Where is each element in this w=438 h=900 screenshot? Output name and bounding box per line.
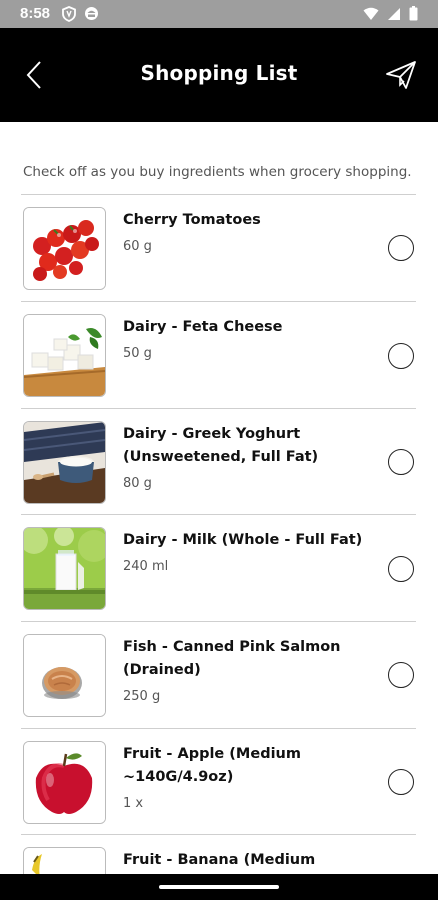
- status-time: 8:58: [20, 5, 51, 22]
- item-name: Dairy - Milk (Whole - Full Fat): [123, 532, 363, 548]
- app-bar: Shopping List: [0, 28, 438, 122]
- status-bar: 8:58: [0, 0, 438, 28]
- list-item[interactable]: Dairy - Greek Yoghurt (Unsweetened, Full…: [21, 409, 416, 515]
- item-checkbox[interactable]: [388, 769, 414, 795]
- item-checkbox[interactable]: [388, 662, 414, 688]
- item-checkbox[interactable]: [388, 556, 414, 582]
- paper-plane-icon: [384, 61, 418, 96]
- list-item[interactable]: Dairy - Milk (Whole - Full Fat) 240 ml: [21, 515, 416, 621]
- item-image-cherry-tomatoes: [23, 207, 106, 290]
- instructions-text: Check off as you buy ingredients when gr…: [23, 164, 412, 180]
- list-item[interactable]: Fruit - Apple (Medium ~140G/4.9oz) 1 x: [21, 729, 416, 835]
- list-item[interactable]: Fruit - Banana (Medium: [21, 835, 416, 874]
- page-title: Shopping List: [140, 61, 298, 85]
- item-name: Fruit - Banana (Medium: [123, 852, 316, 868]
- item-name: Fish - Canned Pink Salmon (Drained): [123, 639, 341, 678]
- list-item[interactable]: Fish - Canned Pink Salmon (Drained) 250 …: [21, 622, 416, 728]
- shield-icon: [62, 6, 76, 27]
- item-image-banana: [23, 847, 106, 874]
- item-quantity: 60 g: [123, 239, 152, 254]
- item-name: Fruit - Apple (Medium ~140G/4.9oz): [123, 746, 301, 785]
- item-name: Cherry Tomatoes: [123, 212, 261, 228]
- item-image-greek-yoghurt: [23, 421, 106, 504]
- item-checkbox[interactable]: [388, 343, 414, 369]
- item-name: Dairy - Feta Cheese: [123, 319, 283, 335]
- shopping-list[interactable]: Check off as you buy ingredients when gr…: [0, 122, 438, 874]
- item-image-apple: [23, 741, 106, 824]
- item-quantity: 250 g: [123, 689, 161, 704]
- item-checkbox[interactable]: [388, 449, 414, 475]
- item-quantity: 1 x: [123, 796, 144, 811]
- battery-icon: [409, 6, 418, 26]
- wifi-icon: [363, 7, 379, 26]
- home-gesture-handle[interactable]: [159, 885, 279, 889]
- item-quantity: 50 g: [123, 346, 152, 361]
- share-button[interactable]: [384, 58, 418, 92]
- list-item[interactable]: Cherry Tomatoes 60 g: [21, 195, 416, 301]
- item-checkbox[interactable]: [388, 235, 414, 261]
- list-item[interactable]: Dairy - Feta Cheese 50 g: [21, 302, 416, 408]
- item-quantity: 80 g: [123, 476, 152, 491]
- item-image-milk: [23, 527, 106, 610]
- signal-icon: [387, 7, 401, 26]
- item-image-feta-cheese: [23, 314, 106, 397]
- item-image-canned-salmon: [23, 634, 106, 717]
- system-nav-bar: [0, 874, 438, 900]
- item-quantity: 240 ml: [123, 559, 169, 574]
- item-name: Dairy - Greek Yoghurt (Unsweetened, Full…: [123, 426, 319, 465]
- app-notification-icon: [84, 6, 99, 27]
